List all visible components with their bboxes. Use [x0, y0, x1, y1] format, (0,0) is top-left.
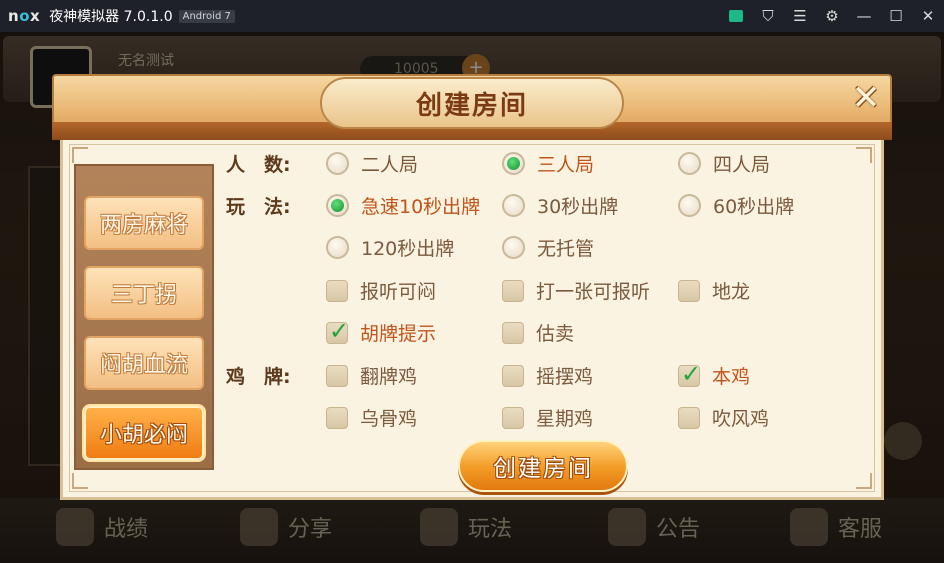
players-option-4[interactable]: 四人局 [678, 150, 770, 177]
chicken-wugu[interactable]: 乌骨鸡 [326, 404, 417, 431]
rule-dayizhang-baoting[interactable]: 打一张可报听 [502, 277, 650, 304]
titlebar-controls: ⛉ ☰ ⚙ — ☐ ✕ [720, 0, 944, 32]
frame-corner [72, 473, 88, 489]
radio-button[interactable] [678, 194, 701, 217]
checkbox[interactable] [502, 321, 524, 344]
radio-button-selected[interactable] [326, 194, 349, 217]
chicken-xingqi[interactable]: 星期鸡 [502, 404, 593, 431]
speed-option-30s[interactable]: 30秒出牌 [502, 192, 618, 219]
option-label: 三人局 [537, 154, 595, 176]
chicken-label: 鸡 牌: [226, 366, 291, 388]
create-room-button[interactable]: 创建房间 [458, 440, 628, 492]
radio-button[interactable] [326, 236, 349, 259]
android-version-badge: Android 7 [178, 9, 235, 23]
checkbox[interactable] [326, 279, 348, 302]
checkbox-checked[interactable] [678, 360, 701, 388]
players-label: 人 数: [226, 154, 291, 176]
emulator-titlebar: nox 夜神模拟器 7.0.1.0 Android 7 ⛉ ☰ ⚙ — ☐ ✕ [0, 0, 944, 32]
minimize-icon[interactable]: — [848, 0, 880, 32]
option-label: 120秒出牌 [361, 238, 455, 260]
radio-button[interactable] [502, 236, 525, 259]
category-liangfang[interactable]: 两房麻将 [84, 196, 204, 250]
frame-corner [856, 147, 872, 163]
checkbox[interactable] [678, 279, 700, 302]
checkbox[interactable] [326, 406, 348, 429]
option-label: 胡牌提示 [360, 323, 437, 345]
close-dialog-button[interactable]: ✕ [846, 78, 886, 118]
app-title: 夜神模拟器 7.0.1.0 [49, 9, 173, 25]
option-label: 30秒出牌 [537, 196, 619, 218]
frame-corner [72, 147, 88, 163]
rule-dilong[interactable]: 地龙 [678, 277, 750, 304]
option-label: 翻牌鸡 [360, 366, 418, 388]
shirt-icon[interactable]: ⛉ [752, 0, 784, 32]
players-option-2[interactable]: 二人局 [326, 150, 418, 177]
option-label: 无托管 [537, 238, 595, 260]
category-xiaohu-bimen[interactable]: 小胡必闷 [84, 406, 204, 460]
nox-logo: nox [8, 7, 41, 25]
category-sandingguai[interactable]: 三丁拐 [84, 266, 204, 320]
chicken-fanpai[interactable]: 翻牌鸡 [326, 362, 417, 389]
gear-icon[interactable]: ⚙ [816, 0, 848, 32]
radio-button[interactable] [502, 194, 525, 217]
option-label: 乌骨鸡 [360, 408, 418, 430]
option-label: 报听可闷 [360, 281, 437, 303]
speed-option-10s[interactable]: 急速10秒出牌 [326, 192, 480, 219]
checkbox[interactable] [326, 364, 348, 387]
checkbox[interactable] [502, 364, 524, 387]
option-label: 吹风鸡 [712, 408, 770, 430]
option-label: 二人局 [361, 154, 419, 176]
maximize-icon[interactable]: ☐ [880, 0, 912, 32]
option-label: 本鸡 [712, 366, 751, 388]
players-option-3[interactable]: 三人局 [502, 150, 594, 177]
option-label: 地龙 [712, 281, 751, 303]
play-mode-label: 玩 法: [226, 196, 291, 218]
option-label: 打一张可报听 [536, 281, 651, 303]
store-icon[interactable] [720, 0, 752, 32]
speed-option-120s[interactable]: 120秒出牌 [326, 234, 454, 261]
dialog-title-plaque: 创建房间 [320, 77, 624, 129]
frame-corner [856, 473, 872, 489]
radio-button[interactable] [678, 152, 701, 175]
radio-button-selected[interactable] [502, 152, 525, 175]
checkbox[interactable] [678, 406, 700, 429]
category-menhu-xueliu[interactable]: 闷胡血流 [84, 336, 204, 390]
dialog-title: 创建房间 [415, 90, 528, 121]
option-label: 摇摆鸡 [536, 366, 594, 388]
rule-gumai[interactable]: 估卖 [502, 319, 574, 346]
option-label: 星期鸡 [536, 408, 594, 430]
option-label: 估卖 [536, 323, 575, 345]
close-icon: ✕ [851, 78, 881, 118]
rule-hupai-tishi[interactable]: 胡牌提示 [326, 317, 437, 346]
close-icon[interactable]: ✕ [912, 0, 944, 32]
chicken-yaobai[interactable]: 摇摆鸡 [502, 362, 593, 389]
checkbox[interactable] [502, 406, 524, 429]
checkbox-checked[interactable] [326, 317, 349, 345]
speed-option-no-auto[interactable]: 无托管 [502, 234, 594, 261]
option-label: 四人局 [713, 154, 771, 176]
chicken-benji[interactable]: 本鸡 [678, 360, 751, 389]
chicken-chuifeng[interactable]: 吹风鸡 [678, 404, 769, 431]
option-label: 急速10秒出牌 [361, 196, 481, 218]
radio-button[interactable] [326, 152, 349, 175]
option-label: 60秒出牌 [713, 196, 795, 218]
rule-baoting-kemen[interactable]: 报听可闷 [326, 277, 436, 304]
speed-option-60s[interactable]: 60秒出牌 [678, 192, 794, 219]
menu-icon[interactable]: ☰ [784, 0, 816, 32]
game-category-panel: 两房麻将 三丁拐 闷胡血流 小胡必闷 [74, 164, 214, 470]
checkbox[interactable] [502, 279, 524, 302]
